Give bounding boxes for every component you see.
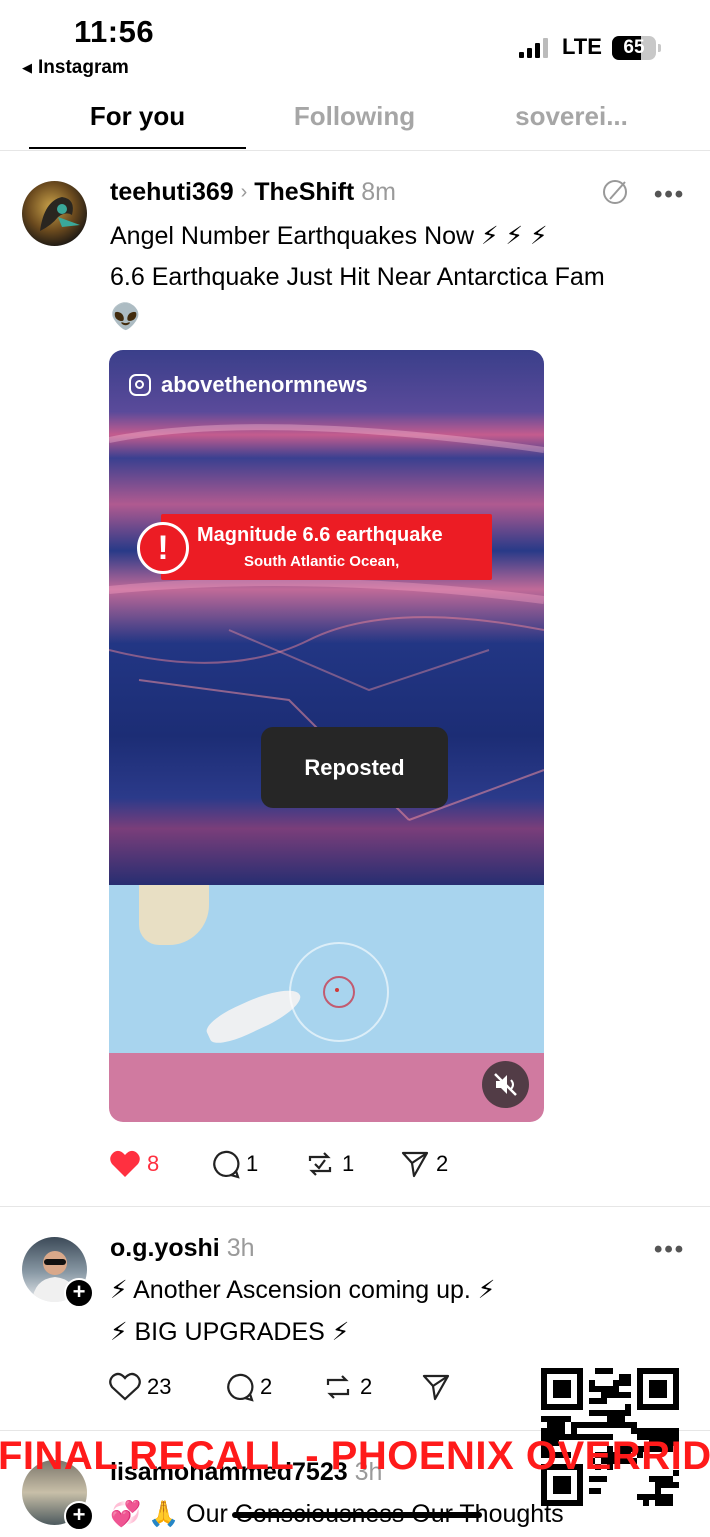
comment-icon (227, 1373, 254, 1402)
home-indicator (232, 1512, 482, 1518)
alert-subtitle: South Atlantic Ocean, (244, 553, 400, 570)
alert-title: Magnitude 6.6 earthquake (197, 524, 443, 546)
post1-like-button[interactable]: 8 (109, 1149, 159, 1179)
post1-more-icon[interactable]: ••• (654, 181, 685, 209)
signal-icon (519, 38, 548, 58)
post2-text-line1: ⚡ Another Ascension coming up. ⚡ (110, 1276, 496, 1304)
post2-header: o.g.yoshi 3h (110, 1234, 255, 1263)
post2-comment-button[interactable]: 2 (224, 1372, 272, 1402)
instagram-icon (129, 374, 151, 396)
post1-text-line3: 👽 (110, 303, 142, 331)
tab-divider (0, 150, 710, 151)
overlay-banner-text: FINAL RECALL - PHOENIX OVERRIDE (0, 1434, 710, 1478)
earthquake-alert-banner: Magnitude 6.6 earthquake South Atlantic … (161, 514, 492, 580)
mute-button[interactable] (482, 1061, 529, 1108)
post2-repost-count: 2 (360, 1374, 373, 1399)
post2-time: 3h (226, 1234, 255, 1262)
avatar-art-icon (40, 197, 80, 231)
ig-handle-text: abovethenormnews (161, 372, 368, 397)
battery-level: 65 (623, 37, 645, 58)
post2-repost-button[interactable]: 2 (322, 1372, 372, 1402)
exclamation-icon: ! (137, 522, 189, 574)
post1-header: teehuti369 › TheShift 8m (110, 178, 396, 207)
post1-community[interactable]: TheShift (254, 178, 354, 206)
post2-like-button[interactable]: 23 (109, 1372, 171, 1402)
reposted-toast: Reposted (261, 727, 448, 808)
send-icon (422, 1374, 450, 1401)
post1-comment-button[interactable]: 1 (210, 1149, 258, 1179)
post1-like-count: 8 (147, 1151, 160, 1176)
post1-muted-icon[interactable] (600, 177, 630, 212)
post1-time: 8m (361, 178, 396, 206)
comment-icon (213, 1150, 240, 1179)
back-to-app-link[interactable]: ◀ Instagram (22, 57, 129, 79)
post1-text-line2: 6.6 Earthquake Just Hit Near Antarctica … (110, 263, 605, 291)
tab-for-you[interactable]: For you (29, 101, 246, 132)
earthquake-map (109, 885, 544, 1053)
avatar-teehuti369[interactable] (22, 181, 87, 246)
back-app-label: Instagram (38, 57, 129, 78)
chevron-right-icon: › (240, 181, 248, 203)
post-divider (0, 1206, 710, 1207)
post1-username[interactable]: teehuti369 (110, 178, 234, 206)
post1-comment-count: 1 (246, 1151, 259, 1176)
tab-sovereign[interactable]: soverei... (463, 101, 680, 132)
ig-watermark: abovethenormnews (129, 372, 368, 398)
post2-text-line2: ⚡ BIG UPGRADES ⚡ (110, 1318, 350, 1346)
map-land-south-america (139, 885, 209, 945)
post2-more-icon[interactable]: ••• (654, 1236, 685, 1264)
post1-repost-button[interactable]: 1 (304, 1149, 354, 1179)
post1-text-line1: Angel Number Earthquakes Now ⚡ ⚡ ⚡ (110, 222, 548, 250)
repost-checked-icon (308, 1152, 332, 1176)
post1-share-button[interactable]: 2 (400, 1149, 448, 1179)
post2-share-button[interactable] (421, 1372, 451, 1402)
follow-plus-button[interactable]: + (64, 1501, 94, 1531)
battery-icon: 65 (612, 36, 656, 60)
post2-username[interactable]: o.g.yoshi (110, 1234, 220, 1262)
send-icon (401, 1151, 429, 1178)
tab-following[interactable]: Following (246, 101, 463, 132)
back-triangle-icon: ◀ (22, 60, 32, 75)
heart-filled-icon (110, 1150, 140, 1177)
network-label: LTE (562, 34, 602, 59)
heart-outline-icon (109, 1372, 141, 1401)
post1-repost-count: 1 (342, 1151, 355, 1176)
battery-tip (658, 44, 661, 52)
post1-video[interactable]: abovethenormnews Magnitude 6.6 earthquak… (109, 350, 544, 1122)
post2-like-count: 23 (147, 1374, 172, 1399)
post2-comment-count: 2 (260, 1374, 273, 1399)
follow-plus-button[interactable]: + (64, 1278, 94, 1308)
epicenter-marker (335, 988, 339, 992)
repost-icon (326, 1375, 350, 1399)
speaker-muted-icon (494, 1073, 517, 1096)
status-time: 11:56 (74, 14, 155, 49)
map-ring-inner (323, 976, 355, 1008)
post1-share-count: 2 (436, 1151, 449, 1176)
active-tab-indicator (29, 147, 246, 149)
